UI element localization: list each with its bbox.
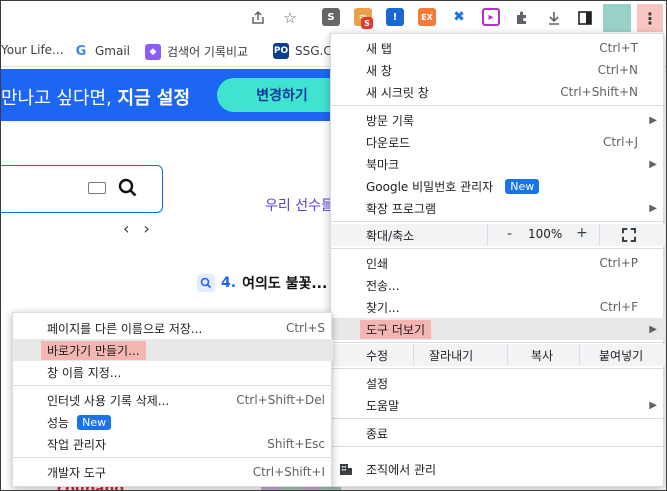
menu-separator (331, 342, 665, 343)
chevron-left-icon[interactable]: ‹ (123, 219, 143, 238)
menu-separator (331, 105, 665, 106)
menu-print[interactable]: 인쇄 Ctrl+P (331, 252, 665, 274)
google-icon: G (73, 43, 89, 59)
submenu-task-manager[interactable]: 작업 관리자 Shift+Esc (13, 433, 333, 455)
zoom-out-button[interactable]: - (507, 226, 512, 242)
menu-separator (331, 221, 665, 222)
submenu-performance[interactable]: 성능 New (13, 411, 333, 433)
edit-divider (579, 344, 580, 366)
extension-x-icon[interactable]: ✖ (450, 8, 468, 26)
menu-separator (331, 418, 665, 419)
extension-shield-icon[interactable]: ! (386, 8, 404, 26)
menu-extensions[interactable]: 확장 프로그램 ▶ (331, 197, 665, 219)
new-badge: New (505, 178, 540, 194)
po-icon: PO (273, 43, 289, 59)
zoom-label: 확대/축소 (366, 229, 415, 243)
extension-reader-icon[interactable]: ▸ (482, 8, 500, 26)
download-icon[interactable] (543, 7, 565, 29)
menu-separator (331, 248, 665, 249)
bookmark-item[interactable]: Your Life... (1, 43, 64, 57)
chevron-right-icon[interactable]: › (143, 219, 163, 238)
menu-edit-row: 수정 잘라내기 복사 붙여넣기 (331, 344, 665, 366)
menu-find[interactable]: 찾기... Ctrl+F (331, 296, 665, 318)
kebab-icon: ⋮ (642, 8, 658, 28)
chevron-right-icon: ▶ (649, 399, 657, 411)
menu-cast[interactable]: 전송... (331, 274, 665, 296)
chrome-menu-button[interactable]: ⋮ (637, 4, 663, 32)
edit-label: 수정 (366, 349, 389, 363)
menu-separator (13, 385, 333, 386)
carousel-arrows[interactable]: ‹› (123, 219, 164, 238)
submenu-save-page[interactable]: 페이지를 다른 이름으로 저장... Ctrl+S (13, 317, 333, 339)
browser-toolbar: ☆ S ≈ S ! EX ✖ ▸ ⋮ (1, 1, 666, 35)
menu-new-incognito[interactable]: 새 시크릿 창 Ctrl+Shift+N (331, 81, 665, 103)
bookmark-label: 검색어 기록비교 (167, 45, 249, 59)
ranking-item[interactable]: 4. 여의도 불꽃... (197, 273, 327, 293)
promo-banner: 만나고 싶다면, 지금 설정 변경하기 (1, 69, 347, 121)
extension-s-icon[interactable]: S (322, 8, 340, 26)
copy-button[interactable]: 복사 (531, 347, 553, 364)
side-panel-icon[interactable] (574, 7, 596, 29)
keyboard-icon[interactable] (88, 182, 106, 194)
menu-password-manager[interactable]: Google 비밀번호 관리자 New (331, 175, 665, 197)
profile-avatar[interactable] (603, 4, 631, 32)
rank-text: 여의도 불꽃... (242, 276, 328, 292)
menu-downloads[interactable]: 다운로드 Ctrl+J (331, 131, 665, 153)
menu-settings[interactable]: 설정 (331, 372, 665, 394)
menu-bookmarks[interactable]: 북마크 ▶ (331, 153, 665, 175)
zoom-value: 100% (528, 227, 563, 241)
bookmark-item[interactable]: ◆ 검색어 기록비교 (145, 43, 248, 60)
menu-separator (13, 457, 333, 458)
new-badge: New (77, 414, 112, 430)
menu-new-tab[interactable]: 새 탭 Ctrl+T (331, 37, 665, 59)
submenu-clear-browsing-data[interactable]: 인터넷 사용 기록 삭제... Ctrl+Shift+Del (13, 389, 333, 411)
search-input[interactable] (1, 165, 163, 213)
chrome-main-menu: 새 탭 Ctrl+T 새 창 Ctrl+N 새 시크릿 창 Ctrl+Shift… (330, 33, 665, 487)
player-link[interactable]: 우리 선수들 (265, 195, 334, 215)
bookmark-label: SSG.C (295, 44, 332, 58)
rank-number: 4. (221, 275, 237, 291)
paste-button[interactable]: 붙여넣기 (599, 347, 643, 364)
cut-button[interactable]: 잘라내기 (429, 347, 473, 364)
chevron-right-icon: ▶ (649, 202, 657, 214)
submenu-create-shortcut[interactable]: 바로가기 만들기... (13, 339, 333, 361)
zoom-divider (487, 224, 488, 246)
chevron-right-icon: ▶ (649, 158, 657, 170)
bookmark-label: Gmail (95, 44, 131, 58)
menu-zoom-row: 확대/축소 - 100% + (331, 224, 665, 246)
extension-badge-icon: S (361, 17, 373, 29)
menu-exit[interactable]: 종료 (331, 422, 665, 444)
search-icon[interactable] (118, 178, 138, 203)
bookmark-label: Your Life... (1, 43, 64, 57)
building-icon (340, 464, 352, 475)
extension-ex-icon[interactable]: EX (418, 8, 436, 26)
edit-divider (413, 344, 414, 366)
banner-text: 만나고 싶다면, 지금 설정 (1, 88, 191, 109)
puzzle-icon[interactable] (511, 7, 533, 29)
menu-managed-by-org[interactable]: 조직에서 관리 (331, 458, 665, 480)
cat-icon: ◆ (145, 43, 161, 60)
menu-more-tools[interactable]: 도구 더보기 ▶ (331, 318, 665, 340)
bookmark-item[interactable]: PO SSG.C (273, 43, 332, 59)
menu-history[interactable]: 방문 기록 ▶ (331, 109, 665, 131)
banner-change-button[interactable]: 변경하기 (217, 78, 347, 112)
zoom-in-button[interactable]: + (576, 225, 588, 241)
search-icon (197, 274, 215, 292)
menu-separator (331, 368, 665, 369)
more-tools-submenu: 페이지를 다른 이름으로 저장... Ctrl+S 바로가기 만들기... 창 … (12, 312, 333, 487)
chevron-right-icon: ▶ (649, 114, 657, 126)
menu-help[interactable]: 도움말 ▶ (331, 394, 665, 416)
submenu-name-window[interactable]: 창 이름 지정... (13, 361, 333, 383)
menu-separator (331, 446, 665, 447)
submenu-developer-tools[interactable]: 개발자 도구 Ctrl+Shift+I (13, 461, 333, 483)
edit-divider (507, 344, 508, 366)
browser-window: ☆ S ≈ S ! EX ✖ ▸ ⋮ Your Life... G Gmail … (0, 0, 667, 491)
bookmark-item[interactable]: G Gmail (73, 43, 130, 59)
zoom-divider (599, 224, 600, 246)
menu-new-window[interactable]: 새 창 Ctrl+N (331, 59, 665, 81)
share-icon[interactable] (247, 7, 269, 29)
fullscreen-icon[interactable] (622, 228, 636, 242)
chevron-right-icon: ▶ (649, 323, 657, 335)
bookmark-star-icon[interactable]: ☆ (279, 7, 301, 29)
